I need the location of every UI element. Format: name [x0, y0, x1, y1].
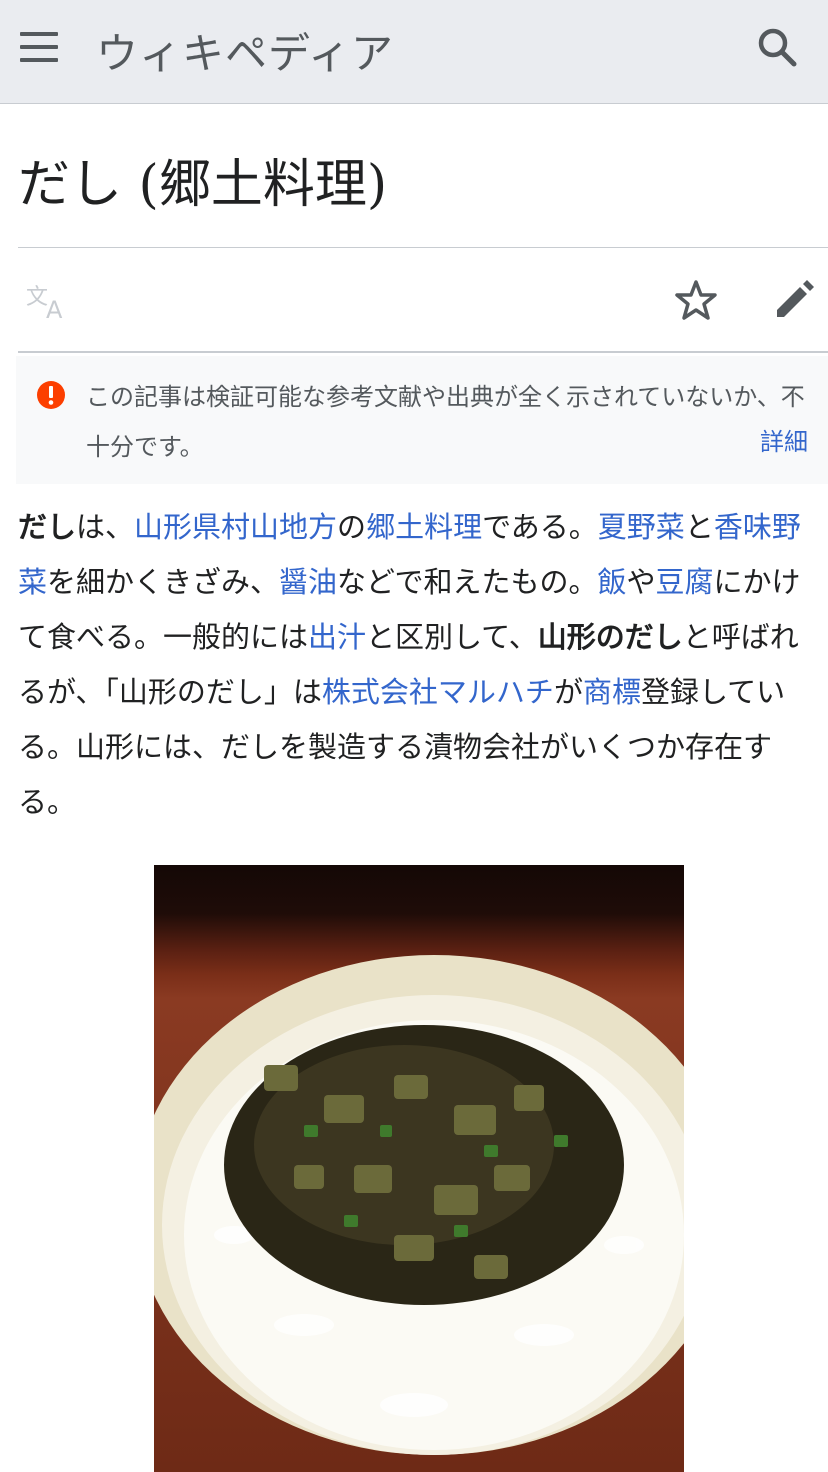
toolbar-divider	[18, 351, 828, 353]
link-meshi[interactable]: 飯	[597, 565, 626, 599]
link-dashi-stock[interactable]: 出汁	[308, 620, 366, 654]
article-paragraph: だしは、山形県村山地方の郷土料理である。夏野菜と香味野菜を細かくきざみ、醤油など…	[18, 500, 818, 830]
bold-term: だし	[18, 510, 77, 544]
text-span: は、	[76, 510, 135, 544]
link-shohyo[interactable]: 商標	[583, 675, 641, 709]
alert-icon	[36, 380, 66, 410]
svg-text:文: 文	[26, 285, 48, 310]
edit-pencil-icon[interactable]	[772, 278, 816, 322]
maintenance-notice: この記事は検証可能な参考文献や出典が全く示されていないか、不十分です。 詳細	[16, 356, 828, 484]
link-shoyu[interactable]: 醤油	[279, 565, 337, 599]
dashi-photo[interactable]	[154, 865, 684, 1472]
link-natsu-yasai[interactable]: 夏野菜	[598, 510, 685, 544]
text-span: や	[626, 565, 656, 599]
link-tofu[interactable]: 豆腐	[656, 565, 714, 599]
title-divider	[18, 247, 828, 248]
text-span: の	[337, 510, 367, 544]
site-wordmark[interactable]: ウィキペディア	[96, 20, 394, 81]
text-span: と	[684, 510, 714, 544]
notice-text: この記事は検証可能な参考文献や出典が全く示されていないか、不十分です。	[86, 383, 805, 461]
text-span: を細かくきざみ、	[47, 565, 280, 599]
link-kyodo-ryori[interactable]: 郷土料理	[366, 510, 482, 544]
link-yamagata-murayama[interactable]: 山形県村山地方	[134, 510, 337, 544]
text-span: などで和えたもの。	[337, 565, 598, 599]
page-title: だし (郷土料理)	[18, 155, 388, 215]
link-maruhachi[interactable]: 株式会社マルハチ	[322, 675, 554, 709]
top-header: ウィキペディア	[0, 0, 828, 104]
bold-term: 山形のだし	[537, 620, 683, 654]
text-span: が	[553, 675, 583, 709]
language-icon[interactable]: 文 A	[26, 282, 70, 324]
star-icon[interactable]	[674, 278, 718, 322]
text-span: である。	[482, 510, 598, 544]
svg-text:A: A	[46, 296, 63, 322]
notice-details-link[interactable]: 詳細	[760, 422, 808, 462]
text-span: と区別して、	[366, 620, 538, 654]
search-icon[interactable]	[756, 26, 800, 70]
hamburger-menu-icon[interactable]	[20, 30, 60, 64]
